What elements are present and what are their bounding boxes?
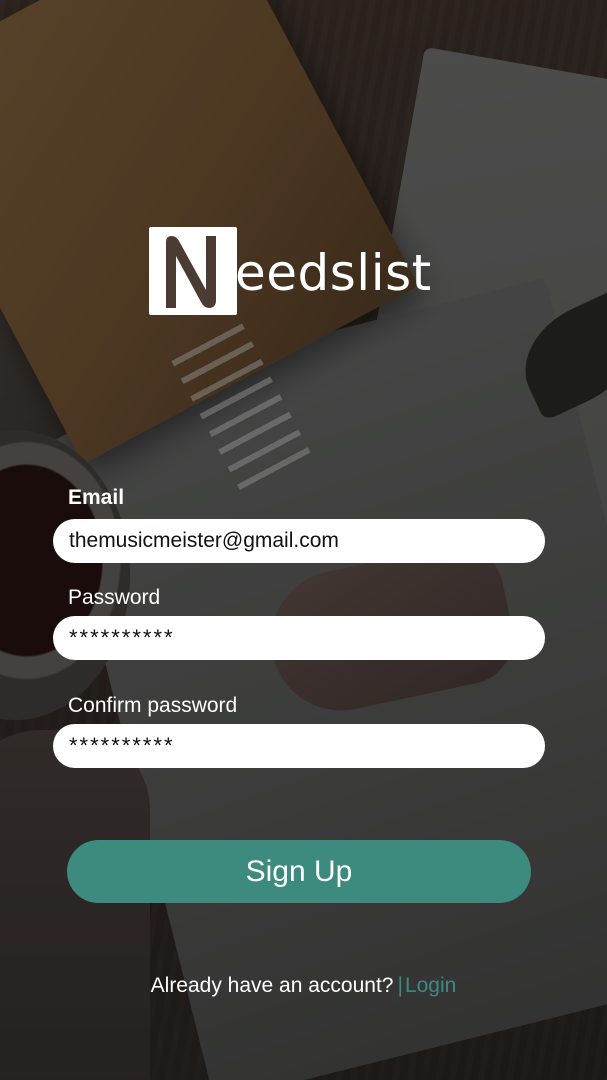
signup-button[interactable]: Sign Up <box>67 840 531 903</box>
signup-button-label: Sign Up <box>245 854 353 888</box>
password-field[interactable]: ********** <box>53 616 545 660</box>
password-value: ********** <box>69 625 175 650</box>
confirm-password-label: Confirm password <box>68 694 238 717</box>
email-field[interactable]: themusicmeister@gmail.com <box>53 519 545 563</box>
login-prompt: Already have an account? |Login <box>0 974 607 998</box>
login-prompt-text: Already have an account? <box>150 974 394 997</box>
brand-name: eedslist <box>235 244 432 302</box>
email-label: Email <box>68 486 125 509</box>
confirm-password-value: ********** <box>69 733 175 758</box>
confirm-password-field[interactable]: ********** <box>53 724 545 768</box>
email-value: themusicmeister@gmail.com <box>69 529 339 552</box>
logo-mark <box>149 227 237 315</box>
login-link[interactable]: Login <box>405 974 456 997</box>
app-logo: eedslist <box>149 226 432 316</box>
logo-n-glyph <box>166 236 216 308</box>
password-label: Password <box>68 586 161 609</box>
footer-separator: | <box>397 974 403 997</box>
